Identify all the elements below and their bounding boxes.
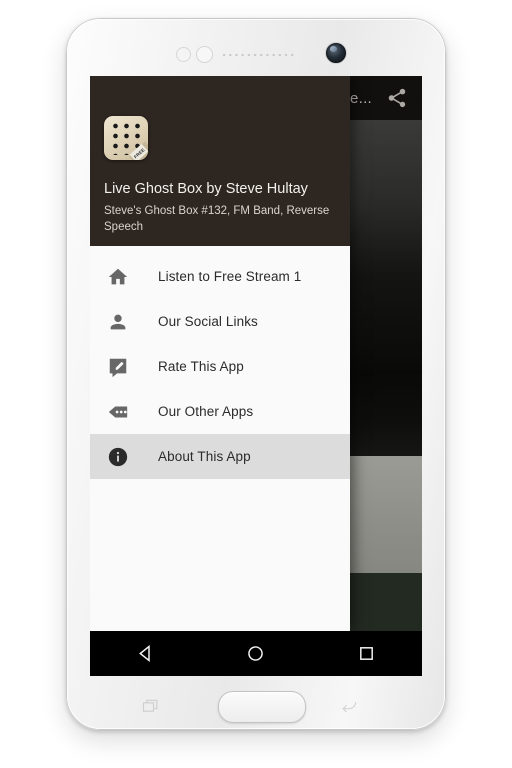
drawer-item-listen-free-stream-1[interactable]: Listen to Free Stream 1 <box>90 254 350 299</box>
drawer-item-label: Listen to Free Stream 1 <box>158 269 302 284</box>
drawer-item-label: Rate This App <box>158 359 244 374</box>
share-icon[interactable] <box>386 87 408 109</box>
drawer-item-label: Our Other Apps <box>158 404 254 419</box>
more-apps-tag-icon <box>104 398 132 426</box>
front-camera-icon <box>325 42 347 64</box>
drawer-item-label: Our Social Links <box>158 314 258 329</box>
drawer-subtitle: Steve's Ghost Box #132, FM Band, Reverse… <box>104 205 330 233</box>
hardware-home-button[interactable] <box>218 691 306 723</box>
rate-review-icon <box>104 353 132 381</box>
app-bar-title: e... <box>349 89 372 107</box>
proximity-sensor-icon <box>176 47 191 62</box>
android-navigation-bar <box>90 631 422 676</box>
person-icon <box>104 308 132 336</box>
phone-screen: e... FREE Live Ghost Box by Steve Hultay… <box>90 76 422 676</box>
earpiece-speaker-icon <box>221 51 295 56</box>
drawer-item-about-this-app[interactable]: About This App <box>90 434 350 479</box>
nav-recents-icon[interactable] <box>355 642 379 666</box>
info-icon <box>104 443 132 471</box>
drawer-item-our-social-links[interactable]: Our Social Links <box>90 299 350 344</box>
phone-device: e... FREE Live Ghost Box by Steve Hultay… <box>66 18 446 730</box>
home-icon <box>104 263 132 291</box>
nav-home-icon[interactable] <box>244 642 268 666</box>
light-sensor-icon <box>196 46 213 63</box>
drawer-menu: Listen to Free Stream 1 Our Social Links… <box>90 246 350 479</box>
ghost-box-app-icon: FREE <box>104 116 148 160</box>
drawer-header: FREE Live Ghost Box by Steve Hultay Stev… <box>90 76 350 246</box>
navigation-drawer: FREE Live Ghost Box by Steve Hultay Stev… <box>90 76 350 631</box>
drawer-item-rate-this-app[interactable]: Rate This App <box>90 344 350 389</box>
drawer-title: Live Ghost Box by Steve Hultay <box>104 181 308 197</box>
hardware-recents-key-icon[interactable] <box>136 697 166 717</box>
drawer-item-label: About This App <box>158 449 251 464</box>
hardware-back-key-icon[interactable] <box>334 697 364 717</box>
nav-back-icon[interactable] <box>133 642 157 666</box>
drawer-item-our-other-apps[interactable]: Our Other Apps <box>90 389 350 434</box>
